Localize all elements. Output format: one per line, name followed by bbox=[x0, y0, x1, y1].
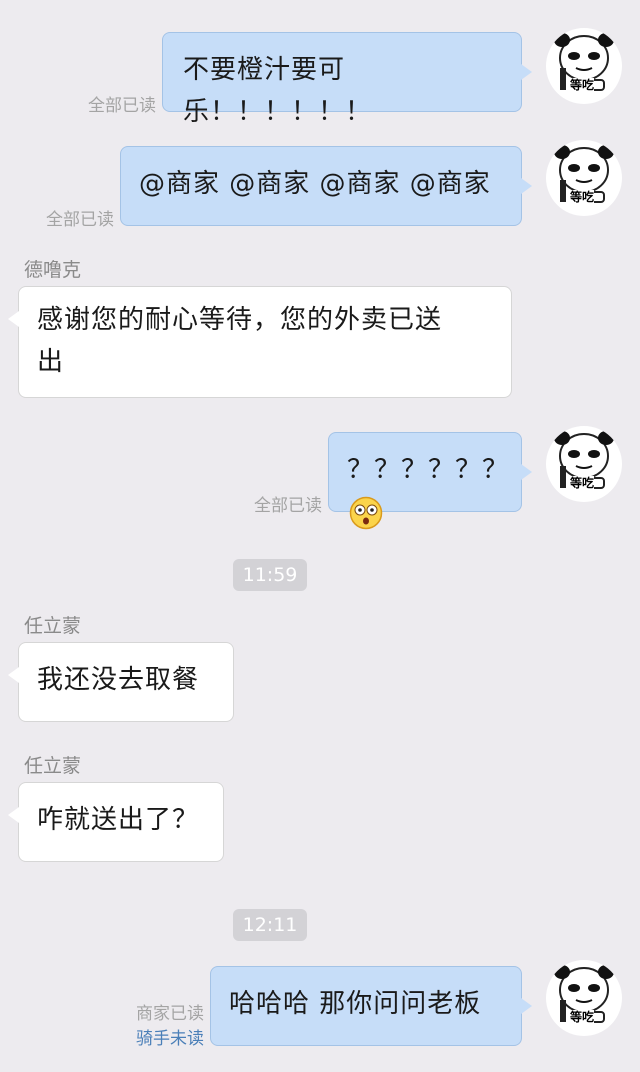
message-text: 我还没去取餐 bbox=[37, 665, 200, 695]
timestamp: 12:11 bbox=[233, 909, 307, 941]
sender-name: 任立蒙 bbox=[24, 615, 82, 637]
avatar-caption: 等吃 bbox=[570, 1010, 595, 1024]
message-text-line: 出 bbox=[37, 347, 65, 377]
panda-meme-icon bbox=[554, 33, 614, 91]
panda-meme-icon bbox=[554, 431, 614, 489]
outgoing-message[interactable]: 哈哈哈 那你问问老板 bbox=[210, 966, 532, 1046]
outgoing-message[interactable]: ？？？？？？ bbox=[328, 432, 532, 529]
rider-unread-status: 骑手未读 bbox=[136, 1029, 204, 1049]
outgoing-message[interactable]: @商家 @商家 @商家 @商家 bbox=[120, 146, 532, 226]
read-status: 全部已读 bbox=[46, 210, 114, 230]
avatar-caption: 等吃 bbox=[570, 476, 595, 490]
timestamp: 11:59 bbox=[233, 559, 307, 591]
astonished-face-icon bbox=[349, 496, 383, 529]
message-text: ？？？？？？ bbox=[347, 455, 510, 485]
avatar[interactable]: 等吃 bbox=[546, 960, 622, 1036]
avatar[interactable]: 等吃 bbox=[546, 28, 622, 104]
message-text: 不要橙汁要可乐！！！！！！ bbox=[183, 55, 373, 127]
avatar-caption: 等吃 bbox=[570, 78, 595, 92]
panda-meme-icon bbox=[554, 965, 614, 1023]
message-text-line: 感谢您的耐心等待，您的外卖已送 bbox=[37, 305, 443, 335]
avatar[interactable]: 等吃 bbox=[546, 140, 622, 216]
incoming-message[interactable]: 我还没去取餐 bbox=[8, 642, 234, 722]
message-text: @商家 @商家 @商家 @商家 bbox=[139, 169, 491, 199]
avatar[interactable]: 等吃 bbox=[546, 426, 622, 502]
incoming-message[interactable]: 咋就送出了？ bbox=[8, 782, 224, 862]
message-text: 咋就送出了？ bbox=[37, 805, 200, 835]
sender-name: 任立蒙 bbox=[24, 755, 82, 777]
panda-meme-icon bbox=[554, 145, 614, 203]
sender-name: 德噜克 bbox=[24, 259, 82, 281]
incoming-message[interactable]: 感谢您的耐心等待，您的外卖已送 出 bbox=[8, 286, 512, 398]
avatar-caption: 等吃 bbox=[570, 190, 595, 204]
message-text: 哈哈哈 那你问问老板 bbox=[229, 989, 482, 1019]
read-status: 全部已读 bbox=[88, 96, 156, 116]
outgoing-message[interactable]: 不要橙汁要可乐！！！！！！ bbox=[162, 32, 532, 127]
read-status: 全部已读 bbox=[254, 496, 322, 516]
merchant-read-status: 商家已读 bbox=[136, 1004, 204, 1024]
